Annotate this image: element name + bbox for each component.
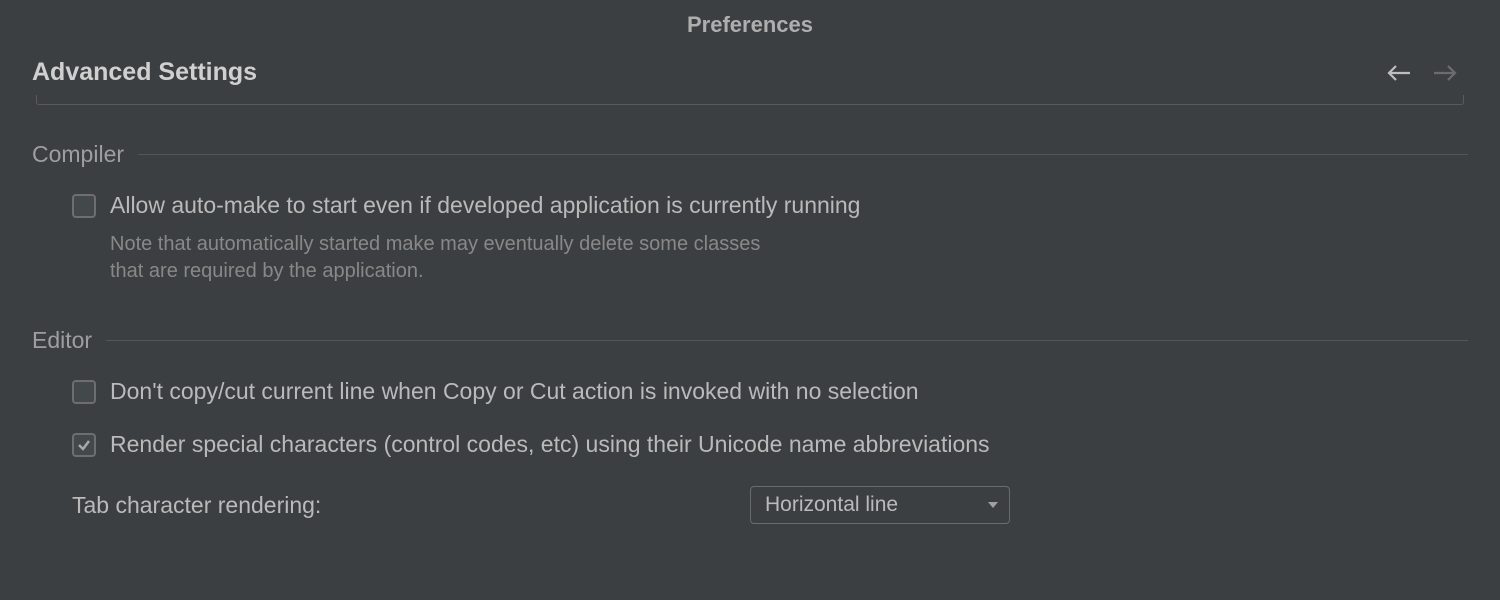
nav-arrows [1386, 60, 1468, 86]
section-divider [106, 340, 1468, 341]
section-title-compiler: Compiler [32, 141, 124, 168]
label-dont-copy-cut: Don't copy/cut current line when Copy or… [110, 376, 919, 407]
page-title: Advanced Settings [32, 58, 257, 87]
setting-tab-rendering: Tab character rendering: Horizontal line [32, 486, 1468, 524]
section-header-compiler: Compiler [32, 141, 1468, 168]
checkbox-allow-auto-make[interactable] [72, 194, 96, 218]
setting-render-special[interactable]: Render special characters (control codes… [32, 429, 1468, 460]
label-render-special: Render special characters (control codes… [110, 429, 990, 460]
section-editor: Editor Don't copy/cut current line when … [32, 327, 1468, 524]
section-title-editor: Editor [32, 327, 92, 354]
chevron-down-icon [987, 496, 999, 514]
arrow-left-icon [1386, 63, 1412, 83]
checkbox-render-special[interactable] [72, 433, 96, 457]
window-title-bar: Preferences [0, 0, 1500, 58]
back-button[interactable] [1386, 60, 1412, 86]
dropdown-tab-rendering-value: Horizontal line [765, 493, 898, 517]
dropdown-tab-rendering[interactable]: Horizontal line [750, 486, 1010, 524]
setting-dont-copy-cut[interactable]: Don't copy/cut current line when Copy or… [32, 376, 1468, 407]
setting-allow-auto-make[interactable]: Allow auto-make to start even if develop… [32, 190, 1468, 221]
arrow-right-icon [1432, 63, 1458, 83]
section-divider [138, 154, 1468, 155]
checkbox-dont-copy-cut[interactable] [72, 380, 96, 404]
search-area-bottom-border [36, 95, 1464, 105]
label-tab-rendering: Tab character rendering: [72, 492, 750, 519]
settings-content: Compiler Allow auto-make to start even i… [0, 105, 1500, 524]
page-header: Advanced Settings [0, 58, 1500, 87]
section-compiler: Compiler Allow auto-make to start even i… [32, 141, 1468, 285]
check-icon [76, 437, 92, 453]
note-allow-auto-make: Note that automatically started make may… [32, 231, 792, 285]
forward-button [1432, 60, 1458, 86]
label-allow-auto-make: Allow auto-make to start even if develop… [110, 190, 860, 221]
window-title: Preferences [687, 12, 813, 37]
section-header-editor: Editor [32, 327, 1468, 354]
